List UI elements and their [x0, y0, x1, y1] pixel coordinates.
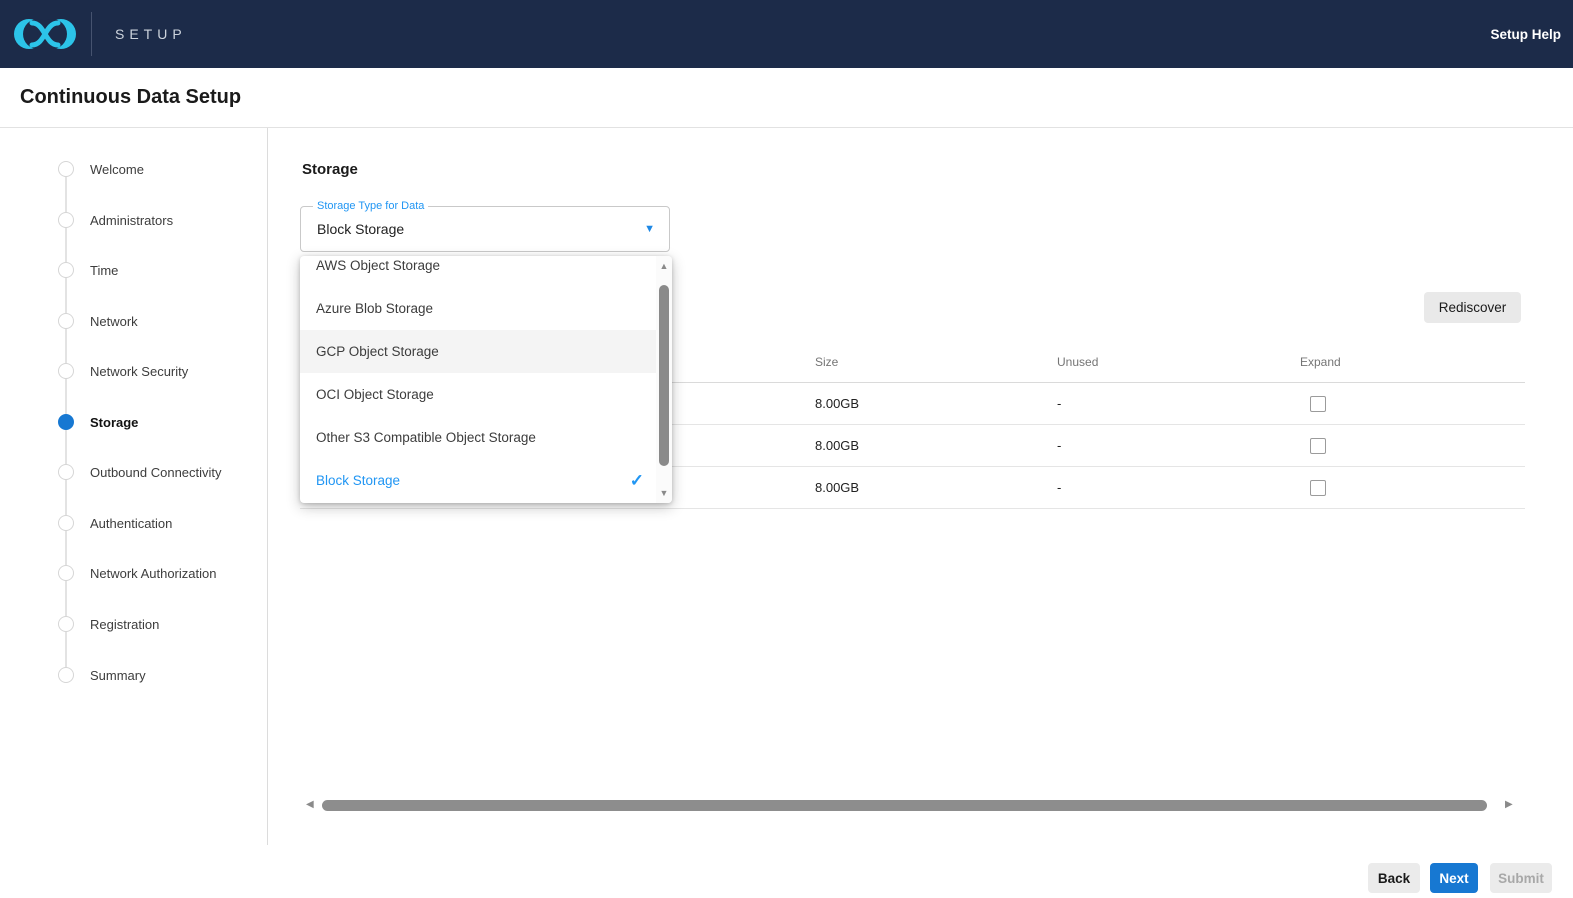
option-label: AWS Object Storage: [316, 258, 440, 273]
scroll-right-icon[interactable]: ▶: [1505, 799, 1513, 810]
size-cell: 8.00GB: [815, 396, 1057, 411]
step-storage[interactable]: Storage: [0, 406, 268, 438]
storage-section-heading: Storage: [302, 161, 358, 178]
option-label: Block Storage: [316, 473, 400, 488]
page-title: Continuous Data Setup: [20, 86, 241, 109]
page-title-bar: Continuous Data Setup: [0, 68, 1573, 128]
step-time[interactable]: Time: [0, 254, 268, 286]
delphix-logo-icon: [12, 10, 78, 58]
expand-checkbox[interactable]: [1310, 438, 1326, 454]
step-label: Registration: [90, 617, 159, 632]
step-label: Outbound Connectivity: [90, 465, 222, 480]
step-dot: [58, 313, 74, 329]
step-network-authorization[interactable]: Network Authorization: [0, 557, 268, 589]
step-dot: [58, 262, 74, 278]
unused-cell: -: [1057, 480, 1300, 495]
column-header-size: Size: [815, 355, 1057, 369]
step-dot: [58, 464, 74, 480]
step-dot: [58, 515, 74, 531]
dropdown-scrollbar-thumb[interactable]: [659, 285, 669, 466]
size-cell: 8.00GB: [815, 438, 1057, 453]
dropdown-option-list: AWS Object Storage Azure Blob Storage GC…: [300, 256, 672, 502]
scroll-left-icon[interactable]: ◀: [306, 799, 314, 810]
option-label: Azure Blob Storage: [316, 301, 433, 316]
step-label: Storage: [90, 415, 138, 430]
step-network[interactable]: Network: [0, 305, 268, 337]
option-gcp-object-storage[interactable]: GCP Object Storage: [300, 330, 672, 373]
next-button[interactable]: Next: [1430, 863, 1478, 893]
option-azure-blob-storage[interactable]: Azure Blob Storage: [300, 287, 672, 330]
step-label: Administrators: [90, 213, 173, 228]
size-cell: 8.00GB: [815, 480, 1057, 495]
storage-type-select[interactable]: Storage Type for Data Block Storage ▼: [300, 206, 670, 252]
option-label: GCP Object Storage: [316, 344, 439, 359]
step-label: Authentication: [90, 516, 172, 531]
step-outbound-connectivity[interactable]: Outbound Connectivity: [0, 456, 268, 488]
step-dot: [58, 667, 74, 683]
column-header-unused: Unused: [1057, 355, 1300, 369]
setup-help-link[interactable]: Setup Help: [1490, 0, 1561, 68]
storage-type-dropdown-menu: AWS Object Storage Azure Blob Storage GC…: [300, 256, 672, 503]
continuous-data-setup-page: SETUP Setup Help Continuous Data Setup W…: [0, 0, 1573, 898]
unused-cell: -: [1057, 396, 1300, 411]
column-header-expand: Expand: [1300, 355, 1525, 369]
step-dot: [58, 565, 74, 581]
option-other-s3-compatible[interactable]: Other S3 Compatible Object Storage: [300, 416, 672, 459]
step-summary[interactable]: Summary: [0, 659, 268, 691]
brand-setup-label: SETUP: [115, 0, 187, 68]
option-aws-object-storage[interactable]: AWS Object Storage: [300, 256, 672, 287]
submit-button[interactable]: Submit: [1490, 863, 1552, 893]
step-network-security[interactable]: Network Security: [0, 355, 268, 387]
setup-stepper-sidebar: Welcome Administrators Time Network Netw…: [0, 128, 268, 845]
step-label: Welcome: [90, 162, 144, 177]
step-label: Time: [90, 263, 118, 278]
horizontal-scrollbar-thumb[interactable]: [322, 800, 1487, 811]
step-dot-active: [58, 414, 74, 430]
step-dot: [58, 616, 74, 632]
expand-checkbox[interactable]: [1310, 396, 1326, 412]
step-registration[interactable]: Registration: [0, 608, 268, 640]
option-oci-object-storage[interactable]: OCI Object Storage: [300, 373, 672, 416]
step-label: Network Security: [90, 364, 188, 379]
storage-type-select-value: Block Storage: [317, 207, 404, 251]
brand-divider: [91, 12, 92, 56]
option-label: Other S3 Compatible Object Storage: [316, 430, 536, 445]
step-label: Network Authorization: [90, 566, 216, 581]
app-header: SETUP Setup Help: [0, 0, 1573, 68]
option-block-storage[interactable]: Block Storage ✓: [300, 459, 672, 502]
dropdown-scrollbar: ▲ ▼: [656, 256, 672, 503]
expand-checkbox[interactable]: [1310, 480, 1326, 496]
step-authentication[interactable]: Authentication: [0, 507, 268, 539]
chevron-down-icon: ▼: [644, 207, 655, 251]
step-dot: [58, 363, 74, 379]
unused-cell: -: [1057, 438, 1300, 453]
step-label: Summary: [90, 668, 146, 683]
step-administrators[interactable]: Administrators: [0, 204, 268, 236]
rediscover-button[interactable]: Rediscover: [1424, 292, 1521, 323]
check-icon: ✓: [630, 471, 644, 491]
step-dot: [58, 212, 74, 228]
step-label: Network: [90, 314, 138, 329]
scroll-up-icon[interactable]: ▲: [656, 261, 672, 271]
option-label: OCI Object Storage: [316, 387, 434, 402]
step-welcome[interactable]: Welcome: [0, 153, 268, 185]
step-dot: [58, 161, 74, 177]
back-button[interactable]: Back: [1368, 863, 1420, 893]
scroll-down-icon[interactable]: ▼: [656, 488, 672, 498]
